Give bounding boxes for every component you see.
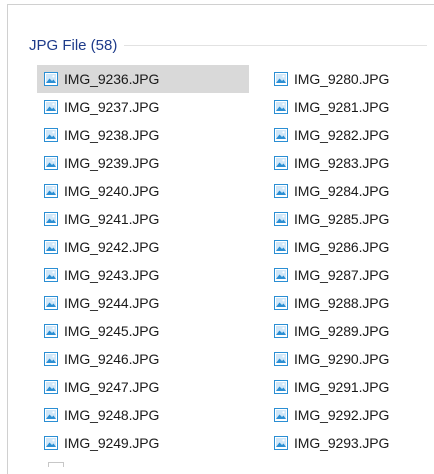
group-title: JPG File (58) (29, 36, 118, 54)
file-item[interactable]: IMG_9285.JPG (271, 205, 421, 233)
file-item[interactable]: IMG_9237.JPG (37, 93, 249, 121)
file-name: IMG_9288.JPG (294, 295, 390, 311)
jpg-image-file-icon (274, 296, 288, 310)
jpg-image-file-icon (274, 212, 288, 226)
file-name: IMG_9240.JPG (64, 183, 160, 199)
jpg-image-file-icon (274, 240, 288, 254)
file-item[interactable]: IMG_9248.JPG (37, 401, 249, 429)
next-file-icon-partial (48, 462, 64, 467)
file-item[interactable]: IMG_9288.JPG (271, 289, 421, 317)
file-name: IMG_9290.JPG (294, 351, 390, 367)
jpg-image-file-icon (44, 156, 58, 170)
file-item[interactable]: IMG_9243.JPG (37, 261, 249, 289)
file-name: IMG_9242.JPG (64, 239, 160, 255)
file-item[interactable]: IMG_9293.JPG (271, 429, 421, 457)
file-name: IMG_9293.JPG (294, 435, 390, 451)
file-item[interactable]: IMG_9284.JPG (271, 177, 421, 205)
jpg-image-file-icon (44, 408, 58, 422)
file-column-right: IMG_9280.JPG IMG_9281.JPG IMG_9282.JPG I… (271, 65, 421, 457)
file-name: IMG_9287.JPG (294, 267, 390, 283)
file-name: IMG_9244.JPG (64, 295, 160, 311)
file-item[interactable]: IMG_9286.JPG (271, 233, 421, 261)
file-name: IMG_9286.JPG (294, 239, 390, 255)
jpg-image-file-icon (274, 100, 288, 114)
file-name: IMG_9237.JPG (64, 99, 160, 115)
file-name: IMG_9285.JPG (294, 211, 390, 227)
jpg-image-file-icon (274, 408, 288, 422)
file-name: IMG_9248.JPG (64, 407, 160, 423)
file-item[interactable]: IMG_9238.JPG (37, 121, 249, 149)
jpg-image-file-icon (44, 436, 58, 450)
jpg-image-file-icon (44, 128, 58, 142)
file-item[interactable]: IMG_9290.JPG (271, 345, 421, 373)
file-item[interactable]: IMG_9242.JPG (37, 233, 249, 261)
file-name: IMG_9243.JPG (64, 267, 160, 283)
file-item[interactable]: IMG_9287.JPG (271, 261, 421, 289)
file-item[interactable]: IMG_9281.JPG (271, 93, 421, 121)
jpg-image-file-icon (274, 352, 288, 366)
jpg-image-file-icon (274, 184, 288, 198)
group-divider (124, 44, 427, 46)
file-name: IMG_9246.JPG (64, 351, 160, 367)
file-name: IMG_9280.JPG (294, 71, 390, 87)
file-item[interactable]: IMG_9239.JPG (37, 149, 249, 177)
jpg-image-file-icon (274, 72, 288, 86)
file-item[interactable]: IMG_9291.JPG (271, 373, 421, 401)
file-item[interactable]: IMG_9292.JPG (271, 401, 421, 429)
file-name: IMG_9247.JPG (64, 379, 160, 395)
file-item[interactable]: IMG_9236.JPG (37, 65, 249, 93)
file-name: IMG_9291.JPG (294, 379, 390, 395)
jpg-image-file-icon (44, 296, 58, 310)
file-name: IMG_9241.JPG (64, 211, 160, 227)
jpg-image-file-icon (44, 324, 58, 338)
jpg-image-file-icon (274, 436, 288, 450)
file-name: IMG_9281.JPG (294, 99, 390, 115)
jpg-image-file-icon (44, 352, 58, 366)
file-name: IMG_9249.JPG (64, 435, 160, 451)
file-item[interactable]: IMG_9289.JPG (271, 317, 421, 345)
file-name: IMG_9284.JPG (294, 183, 390, 199)
file-name: IMG_9239.JPG (64, 155, 160, 171)
jpg-image-file-icon (274, 128, 288, 142)
jpg-image-file-icon (274, 268, 288, 282)
file-name: IMG_9236.JPG (64, 71, 160, 87)
file-name: IMG_9283.JPG (294, 155, 390, 171)
file-item[interactable]: IMG_9245.JPG (37, 317, 249, 345)
file-name: IMG_9282.JPG (294, 127, 390, 143)
file-name: IMG_9289.JPG (294, 323, 390, 339)
jpg-image-file-icon (44, 100, 58, 114)
file-item[interactable]: IMG_9283.JPG (271, 149, 421, 177)
group-header[interactable]: JPG File (58) (29, 34, 427, 56)
jpg-image-file-icon (44, 268, 58, 282)
file-column-left: IMG_9236.JPG IMG_9237.JPG IMG_9238.JPG I… (37, 65, 249, 457)
file-item[interactable]: IMG_9246.JPG (37, 345, 249, 373)
file-item[interactable]: IMG_9282.JPG (271, 121, 421, 149)
file-item[interactable]: IMG_9240.JPG (37, 177, 249, 205)
jpg-image-file-icon (44, 72, 58, 86)
jpg-image-file-icon (44, 240, 58, 254)
jpg-image-file-icon (44, 212, 58, 226)
jpg-image-file-icon (274, 156, 288, 170)
file-item[interactable]: IMG_9241.JPG (37, 205, 249, 233)
file-item[interactable]: IMG_9249.JPG (37, 429, 249, 457)
file-name: IMG_9238.JPG (64, 127, 160, 143)
file-item[interactable]: IMG_9280.JPG (271, 65, 421, 93)
file-name: IMG_9245.JPG (64, 323, 160, 339)
file-name: IMG_9292.JPG (294, 407, 390, 423)
jpg-image-file-icon (274, 324, 288, 338)
jpg-image-file-icon (44, 380, 58, 394)
file-item[interactable]: IMG_9247.JPG (37, 373, 249, 401)
jpg-image-file-icon (274, 380, 288, 394)
jpg-image-file-icon (44, 184, 58, 198)
file-item[interactable]: IMG_9244.JPG (37, 289, 249, 317)
